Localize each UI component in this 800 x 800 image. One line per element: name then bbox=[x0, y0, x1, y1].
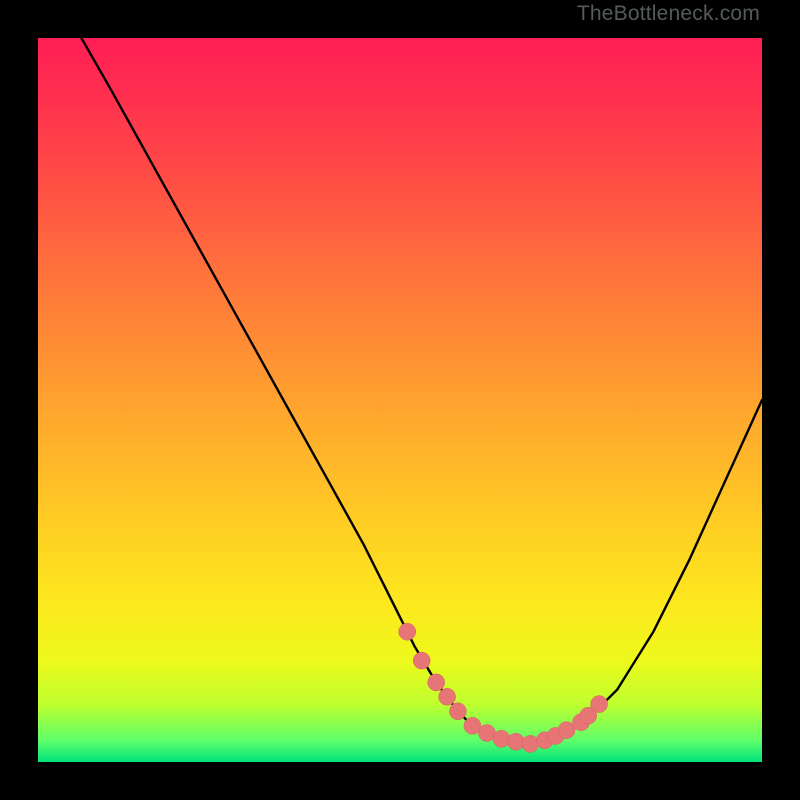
plot-area bbox=[38, 38, 762, 762]
data-point bbox=[449, 703, 466, 720]
data-point bbox=[428, 674, 445, 691]
watermark-text: TheBottleneck.com bbox=[577, 2, 760, 26]
series-curve bbox=[81, 38, 762, 744]
series-markers bbox=[399, 623, 608, 752]
data-point bbox=[439, 688, 456, 705]
data-point bbox=[558, 722, 575, 739]
data-point bbox=[522, 735, 539, 752]
data-point bbox=[591, 696, 608, 713]
data-point bbox=[493, 730, 510, 747]
curve-layer bbox=[38, 38, 762, 762]
data-point bbox=[507, 733, 524, 750]
data-point bbox=[399, 623, 416, 640]
chart-container: TheBottleneck.com bbox=[0, 0, 800, 800]
data-point bbox=[413, 652, 430, 669]
